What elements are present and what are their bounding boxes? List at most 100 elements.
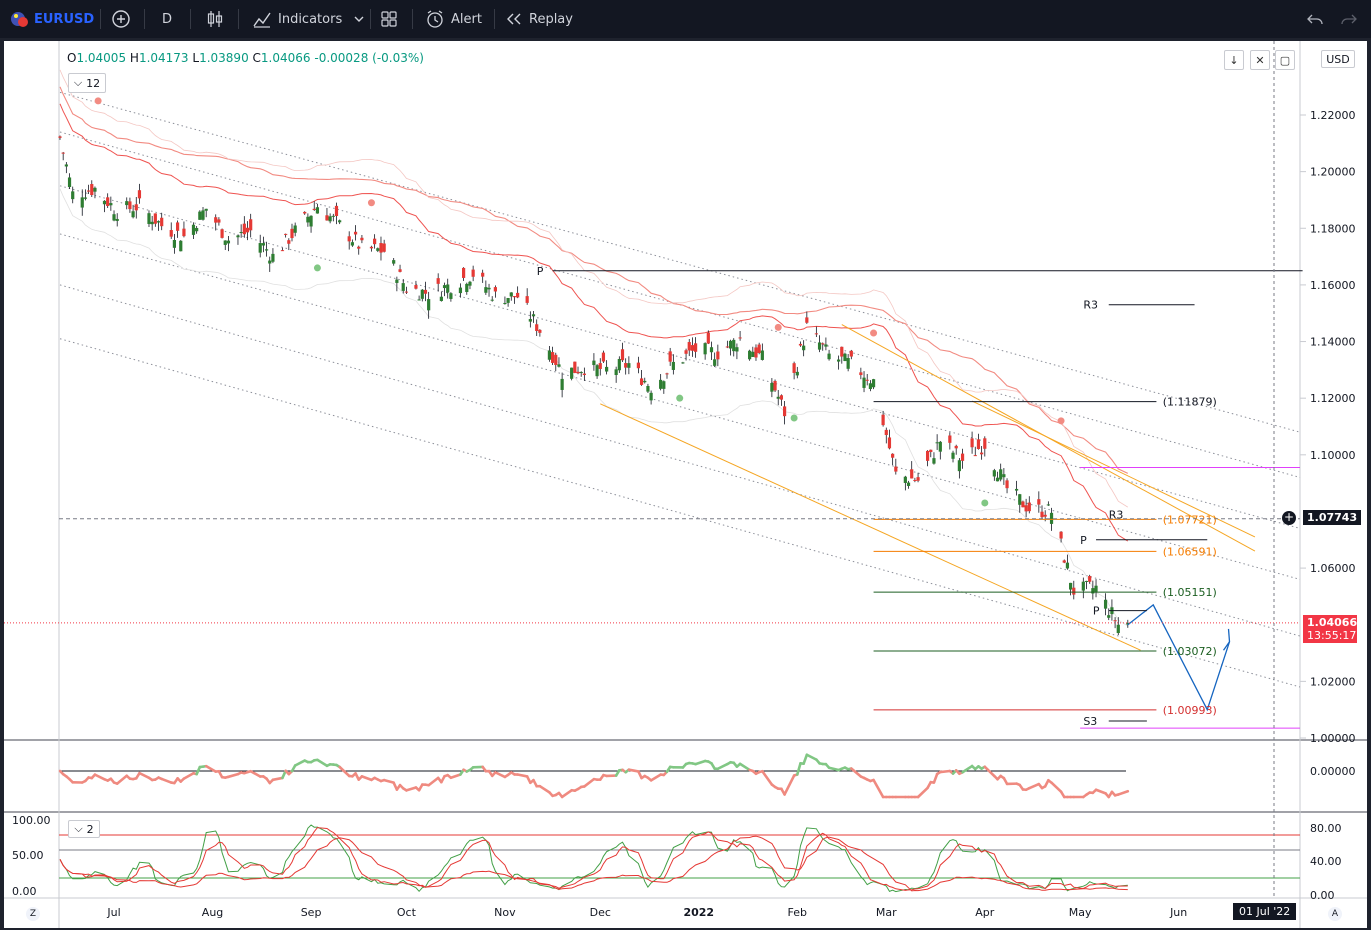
candle-body [983,438,987,449]
candle-body [284,233,288,235]
compare-button[interactable] [111,0,131,38]
interval-button[interactable]: D [162,0,172,38]
alert-label: Alert [451,11,482,27]
candle-body [776,396,780,399]
candle-body [906,482,911,486]
candle-body [153,213,157,224]
candle-body [303,211,307,214]
candle-body [728,340,733,349]
scale-zoom-button[interactable]: Z [26,907,40,921]
templates-dropdown[interactable] [353,0,365,38]
candle-body [843,353,847,362]
candle-body [1018,494,1022,505]
x-tick-label: Aug [202,906,223,919]
indicators-button[interactable]: Indicators [252,0,342,38]
chart-type-button[interactable] [205,0,225,38]
candle-body [436,278,440,284]
candle-body [503,302,507,305]
candle-body [347,236,351,242]
candle-body [169,230,173,237]
candle-body [624,363,628,368]
candle-body [999,469,1003,480]
candle-body [779,395,784,400]
candle-body [614,369,618,376]
candle-body [468,281,472,286]
candle-body [353,231,358,235]
bar-countdown: 13:55:17 [1307,629,1357,642]
oscillator-segment [761,769,774,786]
candle-body [687,342,691,351]
maximize-icon: ▢ [1279,53,1291,67]
candle-body [471,269,475,277]
pane3-indicators-toggle[interactable]: ⌵ 2 [68,820,100,838]
candle-body [201,210,205,220]
candle-body [706,332,710,344]
oscillator-segment [850,767,863,778]
candle-body [369,246,374,249]
candle-body [557,364,561,367]
price-axis: 1.22000 1.20000 1.18000 1.16000 1.14000 1.120… [1300,109,1356,745]
candle-body [360,237,364,241]
candle-body [840,346,844,357]
collapse-pane-button[interactable]: ✕ [1250,50,1270,70]
candle-body [376,248,380,251]
currency-button[interactable]: USD [1321,50,1355,68]
candle-body [128,201,132,210]
time-axis[interactable]: Jul Aug Sep Oct Nov Dec 2022 Feb Mar Apr May Jun [106,41,1275,919]
candle-body [239,231,243,233]
candle-body [1014,488,1019,491]
price-chart[interactable]: P R3 (1.11879) (1.07721) P (1.06591) (1.05151)… [4,41,1367,928]
candle-body [1049,512,1054,524]
oscillator-segment [405,786,418,792]
candle-body [309,215,313,227]
candle-body [420,289,424,299]
candle-body [535,324,539,331]
candle-body [547,350,552,360]
alert-button[interactable]: Alert [425,0,482,38]
candle-body [620,349,625,361]
add-alert-plus-icon[interactable]: + [1282,511,1296,525]
redo-button[interactable] [1340,0,1358,38]
candle-body [716,351,720,360]
level-label: (1.00993) [1163,704,1217,717]
chevron-down-icon: ⌵ [74,822,83,835]
candle-body [64,164,68,167]
oscillator-segment [516,773,529,778]
candle-body [1021,501,1025,508]
time-cursor-tag: 01 Jul '22 [1233,903,1297,920]
oscillator-segment [182,771,195,780]
pivot-levels: P R3 (1.11879) (1.07721) P (1.06591) (1.05151)… [4,265,1303,729]
candle-body [1062,560,1066,563]
move-pane-down-button[interactable]: ↓ [1224,50,1244,70]
candle-body [592,360,596,366]
candle-body [916,477,920,481]
candle-body [646,385,650,392]
candle-body [150,221,154,225]
undo-icon [1307,14,1323,25]
symbol-search[interactable]: EURUSD [10,0,94,38]
oscillator-segment [716,762,729,771]
y-tick-label: 1.18000 [1310,222,1356,235]
layout-button[interactable] [380,0,398,38]
oscillator-segment [360,775,373,782]
replay-button[interactable]: Replay [505,0,573,38]
candle-body [713,359,717,366]
maximize-pane-button[interactable]: ▢ [1275,50,1295,70]
candles-icon [207,11,223,27]
candle-body [929,449,933,453]
chart-area[interactable]: P R3 (1.11879) (1.07721) P (1.06591) (1.05151)… [4,41,1367,928]
candle-body [423,289,428,294]
candle-body [67,177,72,188]
indicators-toggle[interactable]: ⌵ 12 [68,73,106,93]
candle-body [417,299,421,301]
oscillator-segment [427,776,440,787]
oscillator-segment [872,778,885,799]
undo-button[interactable] [1306,0,1324,38]
candle-body [1024,505,1028,512]
candle-body [71,191,75,200]
auto-scale-button[interactable]: A [1328,907,1342,921]
y-tick-label-left: 50.00 [12,849,44,862]
candle-body [865,379,869,381]
candle-body [773,380,777,391]
candle-body [1037,499,1041,505]
